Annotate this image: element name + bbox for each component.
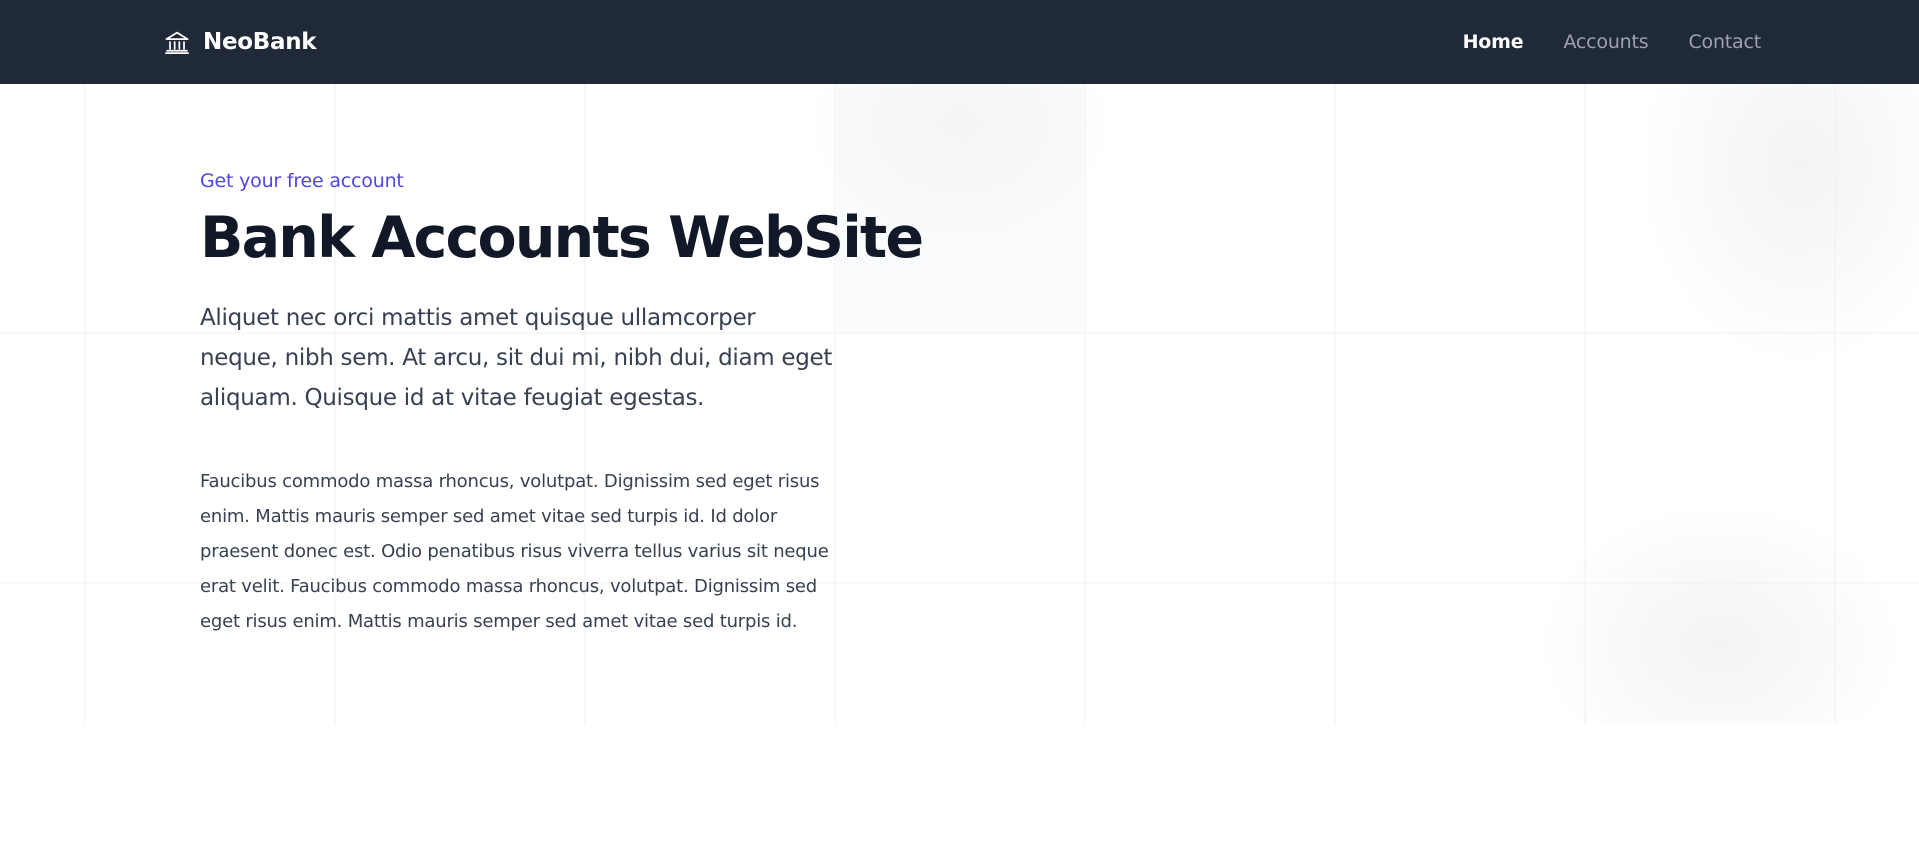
- main-nav: Home Accounts Contact: [1463, 0, 1762, 84]
- nav-link-contact[interactable]: Contact: [1688, 31, 1761, 53]
- hero-body-paragraph: Faucibus commodo massa rhoncus, volutpat…: [200, 470, 829, 632]
- page-title: Bank Accounts WebSite: [200, 205, 924, 271]
- brand-logo-link[interactable]: NeoBank: [163, 0, 317, 84]
- nav-link-home[interactable]: Home: [1463, 31, 1524, 53]
- nav-link-accounts[interactable]: Accounts: [1563, 31, 1648, 53]
- hero-eyebrow: Get your free account: [200, 170, 404, 192]
- hero-content: Get your free account Bank Accounts WebS…: [200, 170, 924, 639]
- hero-lead-paragraph: Aliquet nec orci mattis amet quisque ull…: [200, 304, 833, 411]
- brand-name: NeoBank: [203, 29, 317, 55]
- top-navbar: NeoBank Home Accounts Contact: [0, 0, 1919, 84]
- hero-section: Get your free account Bank Accounts WebS…: [0, 84, 1919, 724]
- bank-icon: [163, 28, 191, 56]
